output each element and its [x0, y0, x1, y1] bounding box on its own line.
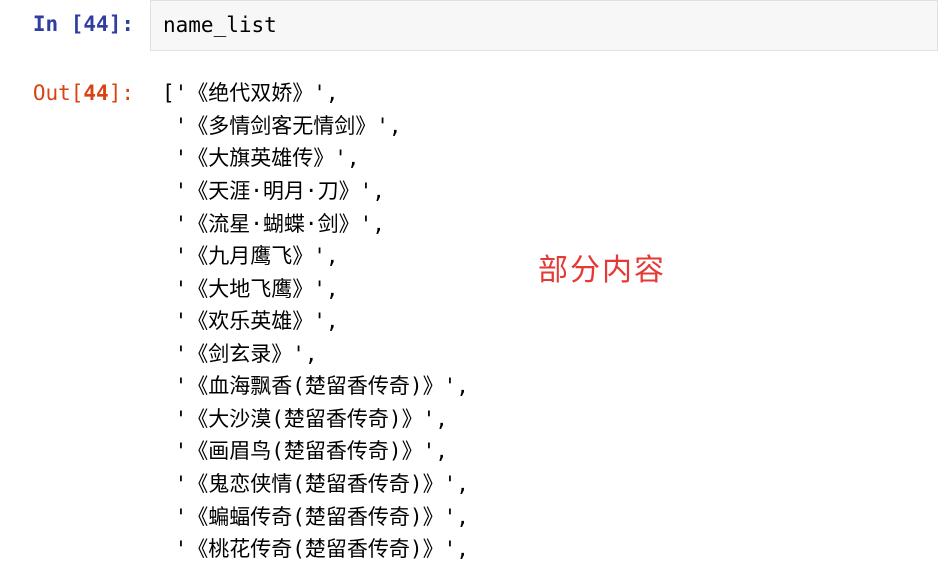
list-item: ['《绝代双娇》',	[162, 77, 926, 110]
input-cell: In [44]: name_list	[0, 0, 938, 51]
list-item: '《桃花传奇(楚留香传奇)》',	[162, 533, 926, 566]
in-prompt-number: 44	[83, 12, 108, 36]
list-item: '《大旗英雄传》',	[162, 142, 926, 175]
output-prompt: Out[44]:	[0, 69, 150, 108]
input-prompt: In [44]:	[0, 0, 150, 39]
annotation-label: 部分内容	[538, 245, 666, 289]
list-item: '《多情剑客无情剑》',	[162, 110, 926, 143]
in-prompt-suffix: ]:	[109, 12, 134, 36]
code-input[interactable]: name_list	[150, 0, 938, 51]
out-prompt-prefix: Out[	[33, 81, 84, 105]
output-cell: Out[44]: ['《绝代双娇》', '《多情剑客无情剑》', '《大旗英雄传…	[0, 69, 938, 565]
output-text: ['《绝代双娇》', '《多情剑客无情剑》', '《大旗英雄传》', '《天涯·…	[150, 69, 938, 565]
list-item: '《蝙蝠传奇(楚留香传奇)》',	[162, 501, 926, 534]
list-item: '《血海飘香(楚留香传奇)》',	[162, 370, 926, 403]
list-item: '《画眉鸟(楚留香传奇)》',	[162, 435, 926, 468]
list-item: '《鬼恋侠情(楚留香传奇)》',	[162, 468, 926, 501]
in-prompt-prefix: In [	[33, 12, 84, 36]
out-prompt-suffix: ]:	[109, 81, 134, 105]
list-item: '《欢乐英雄》',	[162, 305, 926, 338]
out-prompt-number: 44	[83, 81, 108, 105]
list-item: '《天涯·明月·刀》',	[162, 175, 926, 208]
list-item: '《剑玄录》',	[162, 338, 926, 371]
list-item: '《流星·蝴蝶·剑》',	[162, 208, 926, 241]
list-item: '《大沙漠(楚留香传奇)》',	[162, 403, 926, 436]
code-text: name_list	[163, 13, 277, 37]
